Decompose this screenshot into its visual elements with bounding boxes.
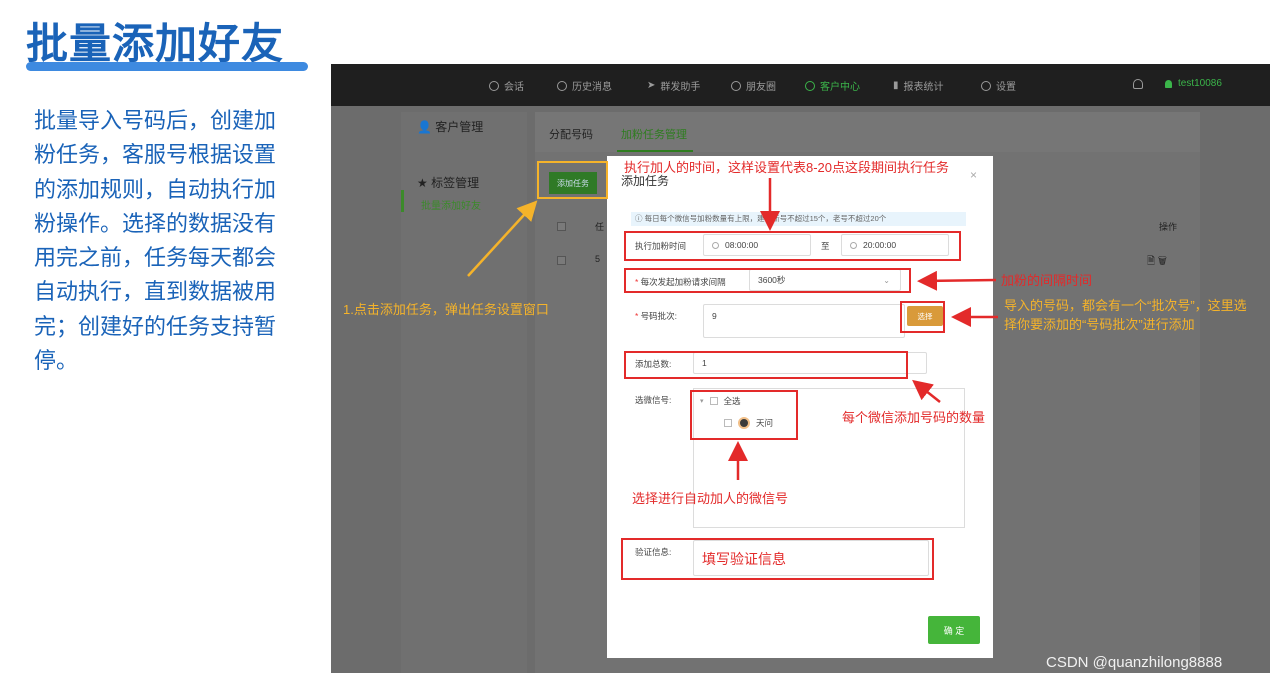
user-avatar-icon: [1165, 79, 1172, 88]
sidebar: 👤 客户管理 批量添加好友 ★ 标签管理: [401, 112, 527, 673]
limit-notice: ⓘ 每日每个微信号加粉数量有上限，建议新号不超过15个，老号不超过20个: [631, 212, 966, 226]
batch-field[interactable]: 9: [703, 304, 905, 338]
nav-reports[interactable]: ▮ 报表统计: [893, 78, 944, 93]
sidebar-item-tag-mgmt[interactable]: ★ 标签管理: [417, 174, 479, 191]
highlight-exec-time: [624, 231, 961, 261]
sidebar-customer-mgmt-label: 客户管理: [435, 120, 484, 134]
title-underline: [26, 62, 308, 71]
slide-description: 批量导入号码后，创建加粉任务，客服号根据设置的添加规则，自动执行加粉操作。选择的…: [34, 108, 277, 374]
table-header-ops: 操作: [1159, 222, 1178, 232]
nav-history[interactable]: 历史消息: [557, 78, 612, 93]
highlight-total: [624, 351, 908, 379]
annotation-batch: 导入的号码，都会有一个“批次号”，这里选择你要添加的“号码批次”进行添加: [1004, 298, 1247, 332]
bell-icon[interactable]: [1133, 79, 1143, 89]
sidebar-item-batch-add[interactable]: 批量添加好友: [421, 197, 481, 212]
annotation-exec-time: 执行加人的时间，这样设置代表8-20点这段期间执行任务: [624, 160, 950, 175]
top-nav-bar: 会话 历史消息 ➤ 群发助手 朋友圈 客户中心 ▮ 报表统计 设置 test1008…: [331, 64, 1270, 106]
trash-icon[interactable]: 🗑: [1158, 256, 1167, 267]
nav-customer-center[interactable]: 客户中心: [805, 78, 860, 93]
sidebar-item-customer-mgmt[interactable]: 👤 客户管理: [417, 118, 483, 135]
nav-moments[interactable]: 朋友圈: [731, 78, 776, 93]
table-header-task: 任: [595, 222, 605, 232]
row-actions: 🗎 🗑: [1147, 254, 1167, 271]
wechat-label: 选微信号:: [635, 395, 672, 405]
confirm-button[interactable]: 确 定: [928, 616, 980, 644]
user-menu[interactable]: test10086: [1165, 78, 1222, 89]
gear-icon: [981, 80, 991, 91]
tab-assign-numbers[interactable]: 分配号码: [549, 126, 593, 142]
nav-settings-label: 设置: [996, 82, 1016, 93]
table-cell-num: 5: [595, 254, 601, 264]
annotation-wechat: 选择进行自动加人的微信号: [632, 491, 789, 506]
annotation-interval: 加粉的间隔时间: [1001, 273, 1093, 288]
annotation-total: 每个微信添加号码的数量: [842, 410, 986, 425]
nav-moments-label: 朋友圈: [746, 82, 776, 93]
user-icon: [805, 80, 815, 91]
nav-settings[interactable]: 设置: [981, 78, 1016, 93]
moments-icon: [731, 80, 741, 91]
nav-reports-label: 报表统计: [903, 82, 944, 93]
highlight-add-task: [537, 161, 608, 199]
nav-chat-label: 会话: [504, 82, 524, 93]
nav-history-label: 历史消息: [572, 82, 612, 93]
username: test10086: [1178, 78, 1222, 89]
nav-chat[interactable]: 会话: [489, 78, 524, 93]
nav-customer-center-label: 客户中心: [820, 82, 860, 93]
person-icon: 👤: [417, 120, 432, 134]
nav-broadcast[interactable]: ➤ 群发助手: [647, 78, 700, 93]
header-checkbox[interactable]: [557, 222, 566, 231]
tab-bar: 分配号码 加粉任务管理: [535, 112, 1200, 152]
nav-broadcast-label: 群发助手: [660, 82, 701, 93]
batch-label-text: 号码批次:: [640, 311, 678, 321]
row-checkbox[interactable]: [557, 256, 566, 265]
highlight-interval: [624, 268, 911, 293]
chat-icon: [489, 80, 499, 91]
sidebar-active-indicator: [401, 190, 404, 212]
chart-icon: ▮: [893, 80, 899, 91]
close-icon[interactable]: ×: [970, 168, 977, 182]
edit-icon[interactable]: 🗎: [1147, 256, 1155, 267]
annotation-step1: 1.点击添加任务，弹出任务设置窗口: [343, 302, 549, 317]
sidebar-tag-mgmt-label: 标签管理: [431, 176, 480, 190]
clock-icon: [557, 80, 567, 91]
send-icon: ➤: [647, 80, 656, 91]
highlight-pick-button: [900, 301, 945, 333]
highlight-wechat: [690, 390, 798, 440]
slide: 批量添加好友 批量导入号码后，创建加粉任务，客服号根据设置的添加规则，自动执行加…: [0, 0, 1288, 685]
batch-label: * 号码批次:: [635, 311, 678, 321]
tab-add-fans-tasks[interactable]: 加粉任务管理: [621, 126, 687, 142]
tab-active-underline: [617, 150, 693, 152]
star-icon: ★: [417, 176, 428, 190]
watermark: CSDN @quanzhilong8888: [1046, 654, 1223, 671]
highlight-verify: [621, 538, 934, 580]
batch-value: 9: [712, 311, 717, 321]
